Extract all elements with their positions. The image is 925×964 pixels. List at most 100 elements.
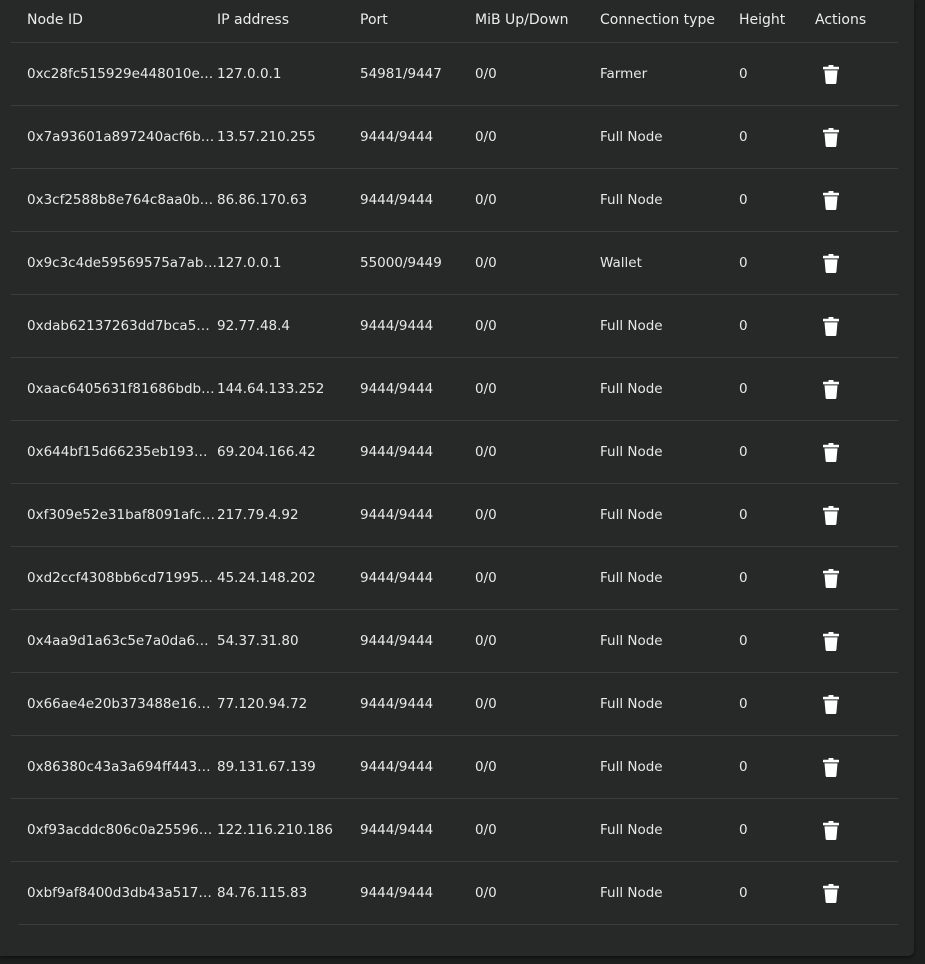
header-height: Height — [739, 12, 786, 28]
trash-icon[interactable] — [823, 253, 839, 273]
trash-icon[interactable] — [823, 694, 839, 714]
cell-height: 0 — [739, 255, 748, 271]
cell-height: 0 — [739, 885, 748, 901]
cell-node-id: 0xd2ccf4308bb6cd71995… — [27, 570, 213, 586]
cell-port: 9444/9444 — [360, 444, 434, 460]
cell-mib-up-down: 0/0 — [475, 822, 497, 838]
trash-icon[interactable] — [823, 820, 839, 840]
cell-node-id: 0xf93acddc806c0a25596… — [27, 822, 213, 838]
cell-height: 0 — [739, 570, 748, 586]
cell-port: 9444/9444 — [360, 570, 434, 586]
cell-connection-type: Full Node — [600, 696, 663, 712]
cell-ip-address: 84.76.115.83 — [217, 885, 308, 901]
cell-ip-address: 86.86.170.63 — [217, 192, 308, 208]
trash-icon[interactable] — [823, 379, 839, 399]
header-port: Port — [360, 12, 388, 28]
table-row: 0xd2ccf4308bb6cd71995… 45.24.148.202 9444/… — [11, 547, 898, 610]
cell-ip-address: 127.0.0.1 — [217, 66, 282, 82]
cell-ip-address: 45.24.148.202 — [217, 570, 316, 586]
cell-mib-up-down: 0/0 — [475, 696, 497, 712]
cell-connection-type: Full Node — [600, 885, 663, 901]
cell-height: 0 — [739, 129, 748, 145]
connections-table: Node ID IP address Port MiB Up/Down Conn… — [11, 0, 898, 925]
cell-actions — [815, 64, 898, 84]
trash-icon[interactable] — [823, 190, 839, 210]
cell-node-id: 0x4aa9d1a63c5e7a0da68… — [27, 633, 217, 649]
table-row: 0x66ae4e20b373488e16… 77.120.94.72 9444/94… — [11, 673, 898, 736]
table-row: 0xc28fc515929e448010e… 127.0.0.1 54981/944… — [11, 43, 898, 106]
cell-connection-type: Full Node — [600, 759, 663, 775]
cell-port: 9444/9444 — [360, 885, 434, 901]
trash-icon[interactable] — [823, 127, 839, 147]
cell-node-id: 0xaac6405631f81686bdb… — [27, 381, 215, 397]
cell-node-id: 0xc28fc515929e448010e… — [27, 66, 214, 82]
cell-actions — [815, 190, 898, 210]
trash-icon[interactable] — [823, 568, 839, 588]
cell-actions — [815, 253, 898, 273]
cell-actions — [815, 694, 898, 714]
cell-mib-up-down: 0/0 — [475, 570, 497, 586]
cell-port: 9444/9444 — [360, 759, 434, 775]
cell-mib-up-down: 0/0 — [475, 192, 497, 208]
trash-icon[interactable] — [823, 316, 839, 336]
table-body: 0xc28fc515929e448010e… 127.0.0.1 54981/944… — [11, 43, 898, 925]
cell-port: 9444/9444 — [360, 192, 434, 208]
trash-icon[interactable] — [823, 442, 839, 462]
cell-actions — [815, 883, 898, 903]
table-row: 0xaac6405631f81686bdb… 144.64.133.252 9444… — [11, 358, 898, 421]
cell-actions — [815, 127, 898, 147]
connections-card: Node ID IP address Port MiB Up/Down Conn… — [0, 0, 914, 956]
header-connection-type: Connection type — [600, 12, 715, 28]
cell-ip-address: 89.131.67.139 — [217, 759, 316, 775]
cell-port: 9444/9444 — [360, 696, 434, 712]
table-row: 0x4aa9d1a63c5e7a0da68… 54.37.31.80 9444/94… — [11, 610, 898, 673]
cell-node-id: 0xf309e52e31baf8091afc… — [27, 507, 215, 523]
trash-icon[interactable] — [823, 64, 839, 84]
cell-actions — [815, 442, 898, 462]
cell-ip-address: 54.37.31.80 — [217, 633, 299, 649]
cell-connection-type: Full Node — [600, 822, 663, 838]
table-row: 0xf93acddc806c0a25596… 122.116.210.186 944… — [11, 799, 898, 862]
cell-mib-up-down: 0/0 — [475, 381, 497, 397]
cell-node-id: 0xdab62137263dd7bca5… — [27, 318, 210, 334]
trash-icon[interactable] — [823, 883, 839, 903]
cell-height: 0 — [739, 696, 748, 712]
cell-mib-up-down: 0/0 — [475, 885, 497, 901]
trash-icon[interactable] — [823, 505, 839, 525]
cell-actions — [815, 316, 898, 336]
header-node-id: Node ID — [27, 12, 83, 28]
cell-mib-up-down: 0/0 — [475, 129, 497, 145]
cell-ip-address: 217.79.4.92 — [217, 507, 299, 523]
table-row: 0xdab62137263dd7bca5… 92.77.48.4 9444/9444… — [11, 295, 898, 358]
table-row: 0xbf9af8400d3db43a517… 84.76.115.83 9444/9… — [18, 862, 898, 925]
cell-mib-up-down: 0/0 — [475, 66, 497, 82]
cell-port: 55000/9449 — [360, 255, 442, 271]
cell-connection-type: Farmer — [600, 66, 648, 82]
cell-node-id: 0x7a93601a897240acf6b… — [27, 129, 215, 145]
cell-connection-type: Full Node — [600, 318, 663, 334]
cell-mib-up-down: 0/0 — [475, 444, 497, 460]
cell-node-id: 0x86380c43a3a694ff443… — [27, 759, 211, 775]
cell-actions — [815, 757, 898, 777]
cell-height: 0 — [739, 318, 748, 334]
cell-height: 0 — [739, 759, 748, 775]
cell-ip-address: 127.0.0.1 — [217, 255, 282, 271]
cell-port: 9444/9444 — [360, 318, 434, 334]
table-row: 0x644bf15d66235eb193… 69.204.166.42 9444/9… — [11, 421, 898, 484]
cell-node-id: 0xbf9af8400d3db43a517… — [27, 885, 212, 901]
cell-connection-type: Full Node — [600, 570, 663, 586]
cell-actions — [815, 631, 898, 651]
cell-mib-up-down: 0/0 — [475, 318, 497, 334]
cell-height: 0 — [739, 381, 748, 397]
cell-port: 9444/9444 — [360, 822, 434, 838]
cell-height: 0 — [739, 822, 748, 838]
cell-height: 0 — [739, 66, 748, 82]
cell-ip-address: 77.120.94.72 — [217, 696, 308, 712]
cell-node-id: 0x9c3c4de59569575a7ab… — [27, 255, 217, 271]
trash-icon[interactable] — [823, 631, 839, 651]
cell-mib-up-down: 0/0 — [475, 759, 497, 775]
table-row: 0x86380c43a3a694ff443… 89.131.67.139 9444/… — [11, 736, 898, 799]
cell-actions — [815, 820, 898, 840]
cell-node-id: 0x66ae4e20b373488e16… — [27, 696, 211, 712]
trash-icon[interactable] — [823, 757, 839, 777]
